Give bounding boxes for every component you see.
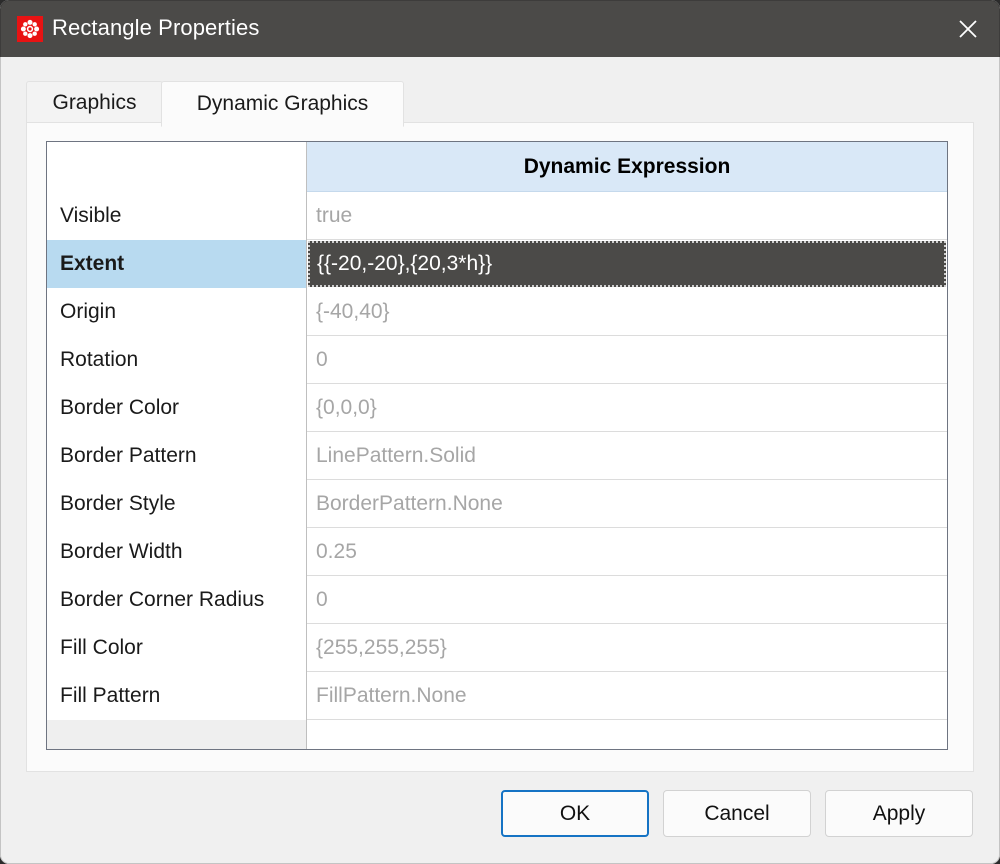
tab-graphics-label: Graphics bbox=[52, 90, 137, 114]
table-row[interactable]: Origin {-40,40} bbox=[47, 288, 947, 336]
property-table: Dynamic Expression Visible true Extent {… bbox=[46, 141, 948, 750]
row-label: Border Pattern bbox=[47, 432, 307, 480]
row-value[interactable]: BorderPattern.None bbox=[307, 480, 947, 528]
table-row[interactable]: Border Style BorderPattern.None bbox=[47, 480, 947, 528]
row-label: Border Color bbox=[47, 384, 307, 432]
row-label: Border Style bbox=[47, 480, 307, 528]
button-bar: OK Cancel Apply bbox=[0, 790, 1000, 864]
row-label: Visible bbox=[47, 192, 307, 240]
tab-panel: Dynamic Expression Visible true Extent {… bbox=[26, 122, 974, 772]
table-row[interactable]: Border Pattern LinePattern.Solid bbox=[47, 432, 947, 480]
table-row[interactable]: Rotation 0 bbox=[47, 336, 947, 384]
tab-dynamic-graphics[interactable]: Dynamic Graphics bbox=[161, 81, 404, 127]
row-label: Rotation bbox=[47, 336, 307, 384]
row-value[interactable]: {255,255,255} bbox=[307, 624, 947, 672]
table-row[interactable]: Border Width 0.25 bbox=[47, 528, 947, 576]
tab-graphics[interactable]: Graphics bbox=[26, 81, 163, 123]
cancel-button[interactable]: Cancel bbox=[663, 790, 811, 837]
row-label: Extent bbox=[47, 240, 307, 288]
filler-value-cell bbox=[307, 720, 947, 749]
title-bar: Rectangle Properties bbox=[0, 0, 1000, 57]
row-label: Origin bbox=[47, 288, 307, 336]
row-label: Border Width bbox=[47, 528, 307, 576]
tab-dynamic-graphics-label: Dynamic Graphics bbox=[196, 92, 369, 115]
row-value[interactable]: 0 bbox=[307, 336, 947, 384]
apply-button[interactable]: Apply bbox=[825, 790, 973, 837]
row-value[interactable]: {0,0,0} bbox=[307, 384, 947, 432]
row-value[interactable]: {{-20,-20},{20,3*h}} bbox=[307, 240, 947, 288]
row-label: Border Corner Radius bbox=[47, 576, 307, 624]
row-value[interactable]: {-40,40} bbox=[307, 288, 947, 336]
dialog-window: Rectangle Properties Dynamic Expression … bbox=[0, 0, 1000, 864]
row-value[interactable]: true bbox=[307, 192, 947, 240]
ok-button[interactable]: OK bbox=[501, 790, 649, 837]
dialog-body: Dynamic Expression Visible true Extent {… bbox=[0, 57, 1000, 864]
row-label: Fill Pattern bbox=[47, 672, 307, 720]
row-label: Fill Color bbox=[47, 624, 307, 672]
table-row[interactable]: Fill Pattern FillPattern.None bbox=[47, 672, 947, 720]
header-cell-dynamic-expression: Dynamic Expression bbox=[307, 142, 947, 192]
table-row[interactable]: Border Corner Radius 0 bbox=[47, 576, 947, 624]
table-row[interactable]: Visible true bbox=[47, 192, 947, 240]
row-value[interactable]: 0 bbox=[307, 576, 947, 624]
row-value[interactable]: LinePattern.Solid bbox=[307, 432, 947, 480]
table-row[interactable]: Fill Color {255,255,255} bbox=[47, 624, 947, 672]
table-row[interactable]: Border Color {0,0,0} bbox=[47, 384, 947, 432]
table-header-row: Dynamic Expression bbox=[47, 142, 947, 192]
expression-editor-input[interactable]: {{-20,-20},{20,3*h}} bbox=[308, 241, 946, 287]
table-filler-row bbox=[47, 720, 947, 749]
table-row[interactable]: Extent {{-20,-20},{20,3*h}} bbox=[47, 240, 947, 288]
filler-label-cell bbox=[47, 720, 307, 749]
row-value[interactable]: FillPattern.None bbox=[307, 672, 947, 720]
header-cell-blank bbox=[47, 142, 307, 192]
tab-strip: Graphics Dynamic Graphics bbox=[26, 81, 974, 127]
row-value[interactable]: 0.25 bbox=[307, 528, 947, 576]
window-title: Rectangle Properties bbox=[52, 15, 260, 40]
close-icon[interactable] bbox=[936, 0, 1000, 57]
app-icon bbox=[17, 16, 43, 42]
